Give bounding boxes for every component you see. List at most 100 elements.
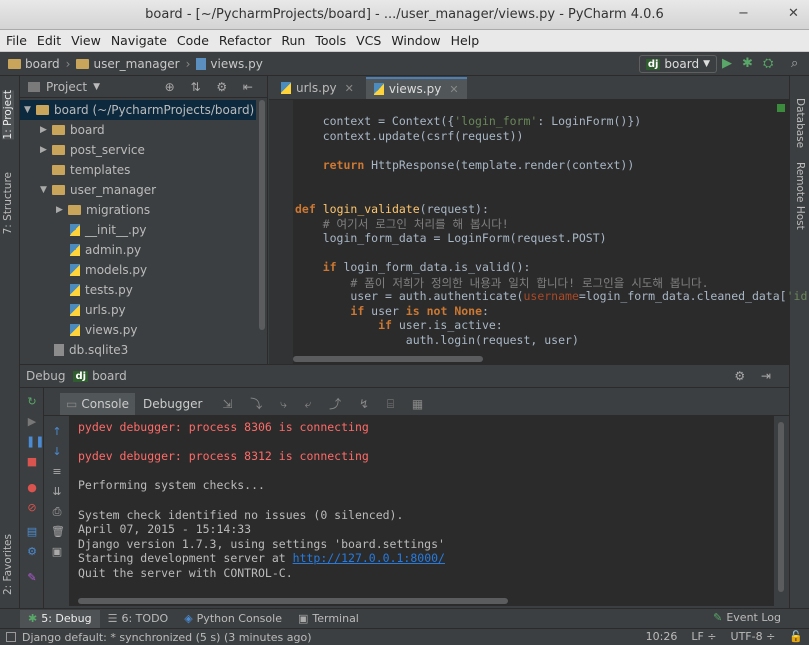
menu-run[interactable]: Run bbox=[281, 33, 305, 48]
console-output[interactable]: pydev debugger: process 8306 is connecti… bbox=[70, 416, 774, 606]
tree-item[interactable]: ▶ board bbox=[40, 120, 105, 140]
breadcrumb-user-manager[interactable]: user_manager › bbox=[76, 57, 190, 71]
event-log-icon: ✎ bbox=[713, 611, 723, 624]
tree-item[interactable]: ▶ migrations bbox=[56, 200, 150, 220]
gear-icon[interactable]: ⚙ ⇥ bbox=[734, 369, 777, 383]
mute-breakpoints-icon[interactable]: ⊘ bbox=[26, 502, 38, 514]
event-log-button[interactable]: ✎ Event Log bbox=[713, 611, 781, 624]
tree-item[interactable]: ▶ post_service bbox=[40, 140, 145, 160]
tab-urls-py[interactable]: urls.py ✕ bbox=[273, 77, 362, 99]
soft-wrap-icon[interactable]: ≡ bbox=[51, 466, 63, 478]
menu-help[interactable]: Help bbox=[451, 33, 480, 48]
bottom-tool-tabs: ✱ 5: Debug ☰ 6: TODO ◈ Python Console ▣ Term… bbox=[0, 608, 809, 628]
debug-icon[interactable]: ✱ bbox=[742, 56, 753, 71]
close-button[interactable]: ✕ bbox=[788, 6, 799, 21]
window-title: board - [~/PycharmProjects/board] - .../… bbox=[145, 7, 664, 22]
search-icon[interactable]: ⌕ bbox=[791, 56, 798, 71]
project-panel-title[interactable]: Project bbox=[46, 80, 87, 94]
server-url-link[interactable]: http://127.0.0.1:8000/ bbox=[293, 551, 445, 565]
debug-actions-toolbar: ↻ ▶ ❚❚ ■ ● ⊘ ▤ ⚙ ✎ bbox=[20, 388, 44, 608]
menu-code[interactable]: Code bbox=[177, 33, 209, 48]
menu-window[interactable]: Window bbox=[391, 33, 440, 48]
breadcrumb-views-py[interactable]: views.py bbox=[196, 57, 263, 71]
close-icon[interactable]: ✕ bbox=[449, 83, 458, 96]
python-file-icon bbox=[281, 82, 291, 94]
clear-icon[interactable]: 🗑 bbox=[51, 526, 65, 538]
tab-todo[interactable]: ☰ 6: TODO bbox=[100, 610, 177, 628]
tree-item[interactable]: models.py bbox=[70, 260, 147, 280]
folder-icon bbox=[52, 165, 65, 175]
print-icon[interactable]: ⎙ bbox=[51, 506, 63, 518]
tree-item[interactable]: ▼ user_manager bbox=[40, 180, 156, 200]
menu-refactor[interactable]: Refactor bbox=[219, 33, 271, 48]
editor-horizontal-scrollbar[interactable] bbox=[293, 356, 483, 362]
run-icon[interactable]: ▶ bbox=[722, 56, 732, 71]
code-line: if user is not None: bbox=[350, 303, 489, 318]
resume-icon[interactable]: ▶ bbox=[26, 416, 38, 428]
tab-views-py[interactable]: views.py ✕ bbox=[365, 77, 467, 99]
tab-terminal[interactable]: ▣ Terminal bbox=[290, 610, 367, 628]
tool-windows-toggle-icon[interactable] bbox=[6, 632, 16, 642]
tree-item[interactable]: urls.py bbox=[70, 300, 126, 320]
file-encoding[interactable]: UTF-8 ÷ bbox=[731, 630, 776, 643]
menu-vcs[interactable]: VCS bbox=[356, 33, 381, 48]
tree-item[interactable]: db.sqlite3 bbox=[54, 340, 128, 360]
rerun-icon[interactable]: ↻ bbox=[26, 396, 38, 408]
project-scrollbar[interactable] bbox=[259, 100, 265, 330]
line-separator[interactable]: LF ÷ bbox=[691, 630, 716, 643]
tree-item[interactable]: templates bbox=[52, 160, 130, 180]
folder-icon bbox=[52, 185, 65, 195]
settings-icon[interactable]: ⚙ bbox=[26, 546, 38, 558]
menu-bar: File Edit View Navigate Code Refactor Ru… bbox=[0, 30, 809, 52]
pause-icon[interactable]: ❚❚ bbox=[26, 436, 44, 448]
tab-debug[interactable]: ✱ 5: Debug bbox=[20, 609, 100, 628]
tree-item[interactable]: admin.py bbox=[70, 240, 141, 260]
tab-remote-host[interactable]: Remote Host bbox=[794, 162, 806, 230]
tab-favorites[interactable]: 2: Favorites bbox=[2, 534, 14, 595]
tab-project[interactable]: 1: Project bbox=[2, 90, 14, 140]
debug-config-tab[interactable]: board bbox=[92, 369, 127, 383]
caret-position[interactable]: 10:26 bbox=[646, 630, 678, 643]
menu-navigate[interactable]: Navigate bbox=[111, 33, 167, 48]
menu-edit[interactable]: Edit bbox=[37, 33, 61, 48]
view-breakpoints-icon[interactable]: ● bbox=[26, 482, 38, 494]
tree-root[interactable]: ▼ board (~/PycharmProjects/board) bbox=[20, 100, 256, 120]
python-console-icon[interactable]: ▣ bbox=[51, 546, 63, 558]
panel-toolbar-icons[interactable]: ⊕ ⇅ ⚙ ⇤ bbox=[165, 80, 259, 94]
console-horizontal-scrollbar[interactable] bbox=[70, 596, 774, 606]
menu-tools[interactable]: Tools bbox=[315, 33, 346, 48]
run-configuration-select[interactable]: dj board ▼ bbox=[638, 55, 717, 73]
lock-icon[interactable]: 🔓 bbox=[789, 630, 803, 643]
menu-file[interactable]: File bbox=[6, 33, 27, 48]
close-icon[interactable]: ✕ bbox=[345, 82, 354, 95]
minimize-button[interactable]: − bbox=[738, 6, 749, 21]
tab-console[interactable]: ▭ Console bbox=[60, 392, 135, 415]
layout-icon[interactable]: ▤ bbox=[26, 526, 38, 538]
down-arrow-icon[interactable]: ↓ bbox=[51, 446, 63, 458]
python-file-icon bbox=[70, 304, 80, 316]
tab-structure[interactable]: 7: Structure bbox=[2, 172, 14, 234]
tree-item[interactable]: tests.py bbox=[70, 280, 133, 300]
tree-item[interactable]: __init__.py bbox=[70, 220, 147, 240]
tab-database[interactable]: Database bbox=[794, 98, 806, 148]
menu-view[interactable]: View bbox=[71, 33, 101, 48]
coverage-icon[interactable]: ⛭ bbox=[763, 56, 773, 71]
project-icon bbox=[28, 81, 40, 92]
python-file-icon bbox=[70, 224, 80, 236]
tab-python-console[interactable]: ◈ Python Console bbox=[176, 610, 290, 628]
up-arrow-icon[interactable]: ↑ bbox=[51, 426, 63, 438]
console-vertical-scrollbar[interactable] bbox=[774, 416, 789, 606]
chevron-down-icon[interactable]: ▼ bbox=[93, 82, 100, 92]
folder-icon bbox=[52, 145, 65, 155]
scroll-to-end-icon[interactable]: ⇊ bbox=[51, 486, 63, 498]
database-file-icon bbox=[54, 344, 64, 356]
pin-icon[interactable]: ✎ bbox=[26, 572, 38, 584]
stepping-toolbar-icons[interactable]: ⇲ ⤵ ⤷ ⤶ ⤴ ↯ ⌸ ▦ bbox=[222, 395, 430, 412]
tab-debugger[interactable]: Debugger bbox=[137, 393, 208, 415]
folder-icon bbox=[52, 125, 65, 135]
inspection-status-icon[interactable] bbox=[777, 104, 785, 112]
tree-item[interactable]: views.py bbox=[70, 320, 137, 340]
code-area[interactable]: context = Context({'login_form': LoginFo… bbox=[269, 100, 809, 364]
stop-icon[interactable]: ■ bbox=[26, 456, 38, 468]
breadcrumb-board[interactable]: board › bbox=[8, 57, 70, 71]
